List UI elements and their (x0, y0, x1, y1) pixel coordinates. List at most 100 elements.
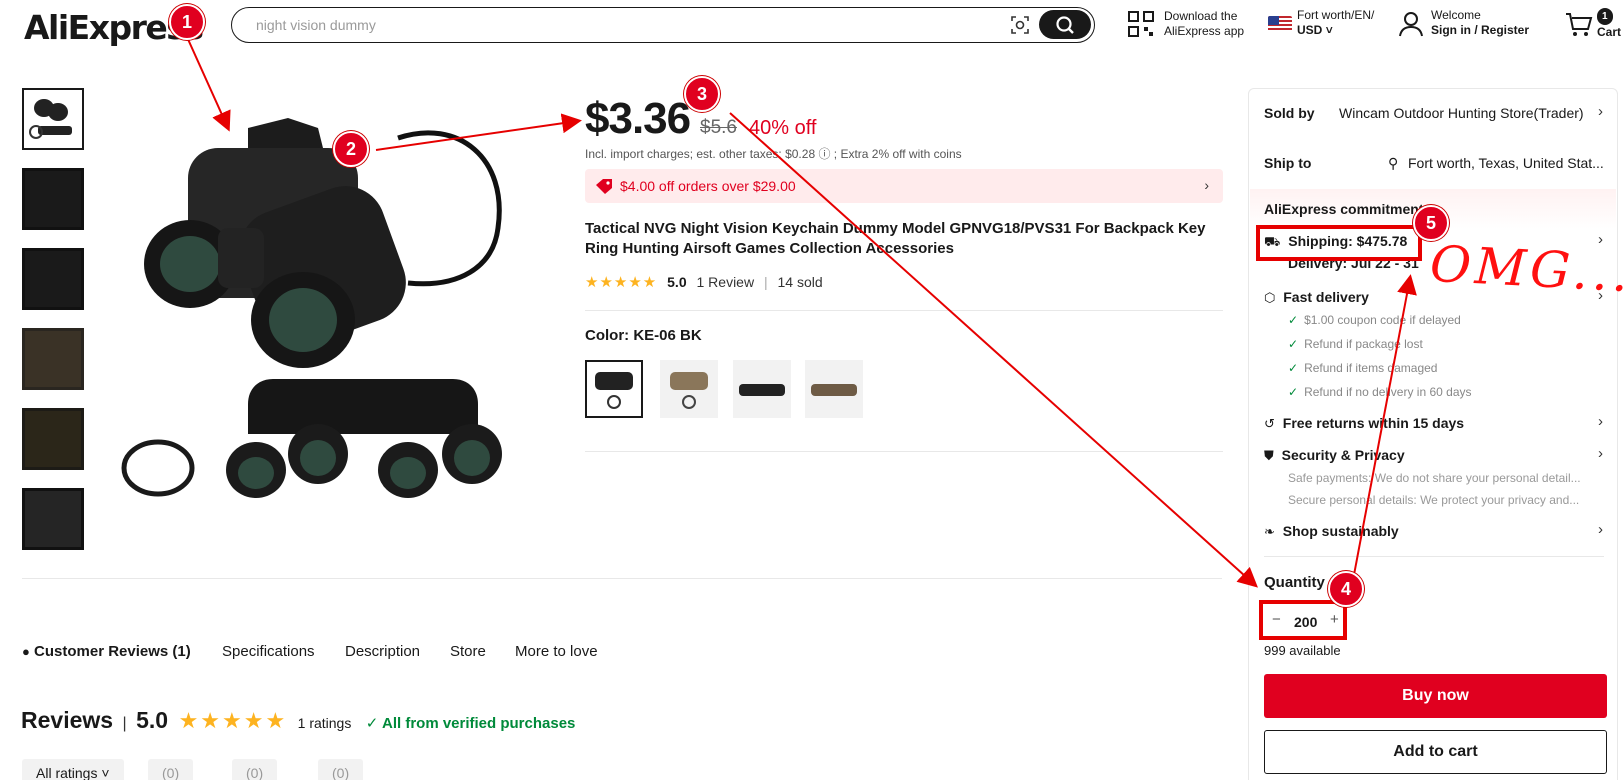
location-pin-icon: ● (22, 644, 30, 659)
color-swatch-3[interactable] (733, 360, 791, 418)
thumbnail-2[interactable] (22, 168, 84, 230)
ratings-count: 1 ratings (297, 715, 352, 731)
handwritten-annotation: OMG... (1428, 234, 1623, 304)
quantity-label: Quantity (1264, 574, 1325, 591)
reviews-heading: Reviews (21, 707, 114, 733)
chevron-right-icon: › (1598, 103, 1603, 120)
account-text: Welcome Sign in / Register (1431, 8, 1530, 37)
us-flag-icon (1268, 16, 1292, 32)
free-returns-row[interactable]: ↺ Free returns within 15 days (1264, 415, 1464, 432)
tab-customer-reviews[interactable]: ● Customer Reviews (1) (22, 643, 191, 660)
divider (1264, 556, 1604, 557)
color-swatch-ke06-bk[interactable] (585, 360, 643, 418)
commitment-heading: AliExpress commitment (1264, 201, 1424, 217)
benefit-item: ✓ Refund if package lost (1288, 337, 1423, 351)
image-search-icon[interactable] (1010, 15, 1030, 35)
divider (585, 451, 1223, 452)
thumbnail-4[interactable] (22, 328, 84, 390)
discount-label: 40% off (749, 117, 817, 139)
annotation-marker-2: 2 (333, 131, 369, 167)
rating-stars: ★★★★★ (585, 274, 658, 292)
search-input[interactable]: night vision dummy (256, 17, 376, 33)
shield-icon: ⛊ (1264, 448, 1274, 463)
tab-specifications[interactable]: Specifications (222, 643, 315, 660)
color-swatch-4[interactable] (805, 360, 863, 418)
search-button[interactable] (1039, 10, 1091, 39)
qr-code-icon (1128, 11, 1154, 37)
reviews-stars: ★★★★★ (178, 708, 288, 733)
annotation-marker-1: 1 (169, 4, 205, 40)
benefit-item: ✓ Refund if items damaged (1288, 361, 1438, 375)
swatch-image (811, 384, 857, 396)
benefit-item: ✓ Refund if no delivery in 60 days (1288, 385, 1472, 399)
box-icon: ⬡ (1264, 290, 1276, 305)
add-to-cart-button[interactable]: Add to cart (1264, 730, 1607, 774)
rating-score: 5.0 (667, 274, 687, 291)
search-icon (1056, 16, 1074, 34)
region-text: Fort worth/EN/ USD ˅ (1297, 8, 1375, 37)
product-price: $3.36 (585, 94, 691, 143)
chevron-right-icon: › (1598, 413, 1603, 430)
chevron-right-icon: › (1598, 445, 1603, 462)
filter-us-reviews[interactable]: (0) (232, 759, 278, 780)
tab-store[interactable]: Store (450, 643, 486, 660)
privacy-detail: Secure personal details: We protect your… (1288, 493, 1580, 507)
leaf-icon: ❧ (1264, 524, 1275, 539)
divider (585, 310, 1223, 311)
nvg-thumbnail-image (29, 99, 72, 139)
swatch-image (739, 384, 785, 396)
security-detail: Safe payments: We do not share your pers… (1288, 471, 1581, 485)
thumbnail-1[interactable] (22, 88, 84, 150)
review-count-link[interactable]: 1 Review (697, 274, 755, 290)
user-icon (1399, 12, 1423, 37)
separator: | (122, 715, 127, 732)
fast-delivery-row[interactable]: ⬡ Fast delivery (1264, 289, 1369, 306)
original-price: $5.6 (700, 117, 737, 138)
highlight-box-shipping (1256, 225, 1422, 261)
chevron-right-icon: › (1598, 521, 1603, 538)
chevron-right-icon: › (1204, 177, 1209, 193)
download-app-text: Download the AliExpress app (1164, 9, 1245, 38)
divider (22, 578, 1222, 579)
store-name-link[interactable]: Wincam Outdoor Hunting Store(Trader) (1339, 105, 1584, 121)
buy-now-button[interactable]: Buy now (1264, 674, 1607, 718)
tab-more-to-love[interactable]: More to love (515, 643, 598, 660)
return-icon: ↺ (1264, 416, 1275, 431)
annotation-marker-3: 3 (684, 76, 720, 112)
coupon-tag-icon (596, 179, 612, 194)
search-bar[interactable]: night vision dummy (231, 7, 1095, 43)
cart-icon (1566, 13, 1593, 36)
ship-to-row[interactable]: Ship to ⚲ Fort worth, Texas, United Stat… (1264, 155, 1604, 171)
product-title: Tactical NVG Night Vision Keychain Dummy… (585, 220, 1206, 257)
thumbnail-3[interactable] (22, 248, 84, 310)
cart-count-badge: 1 (1597, 8, 1613, 25)
promo-banner[interactable]: $4.00 off orders over $29.00 › (585, 169, 1223, 203)
filter-additional[interactable]: (0) (318, 759, 364, 780)
shop-sustainably-row[interactable]: ❧ Shop sustainably (1264, 523, 1399, 540)
reviews-header: Reviews | 5.0 ★★★★★ 1 ratings ✓ All from… (21, 707, 575, 734)
rating-summary: ★★★★★ 5.0 1 Review | 14 sold (585, 273, 823, 291)
sold-by-row[interactable]: Sold by Wincam Outdoor Hunting Store(Tra… (1264, 105, 1584, 121)
promo-text: $4.00 off orders over $29.00 (620, 178, 796, 194)
separator: | (763, 274, 768, 291)
verified-purchases-label: ✓ All from verified purchases (365, 715, 576, 732)
thumbnail-6[interactable] (22, 488, 84, 550)
purchase-panel: Sold by Wincam Outdoor Hunting Store(Tra… (1248, 88, 1618, 780)
filter-all-ratings[interactable]: All ratings ˅ (22, 759, 124, 780)
thumbnail-5[interactable] (22, 408, 84, 470)
security-privacy-row[interactable]: ⛊ Security & Privacy (1264, 447, 1405, 464)
benefit-item: ✓ $1.00 coupon code if delayed (1288, 313, 1461, 327)
reviews-score: 5.0 (136, 707, 169, 733)
swatch-image (670, 372, 708, 409)
tab-description[interactable]: Description (345, 643, 420, 660)
tax-note: Incl. import charges; est. other taxes: … (585, 147, 962, 161)
cart-label: Cart (1597, 25, 1622, 39)
color-swatch-2[interactable] (660, 360, 718, 418)
location-pin-icon: ⚲ (1388, 155, 1399, 171)
ship-to-location[interactable]: Fort worth, Texas, United Stat... (1408, 155, 1604, 171)
highlight-box-quantity (1259, 600, 1347, 640)
filter-with-photos[interactable]: (0) (148, 759, 194, 780)
sold-count: 14 sold (777, 274, 823, 291)
available-count: 999 available (1264, 643, 1341, 658)
color-label: Color: KE-06 BK (585, 327, 702, 344)
